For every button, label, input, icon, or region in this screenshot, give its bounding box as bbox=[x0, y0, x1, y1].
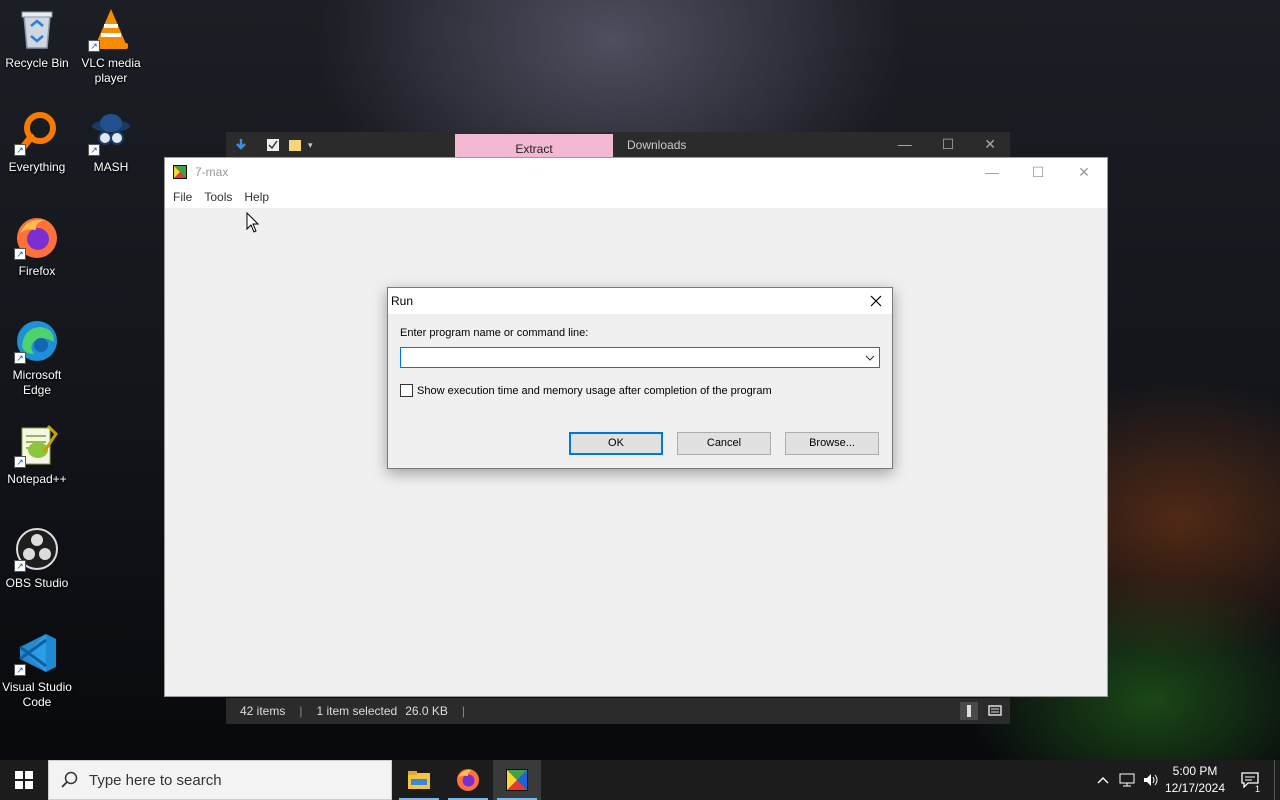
windows-logo-icon bbox=[15, 771, 33, 789]
show-execution-stats-label[interactable]: Show execution time and memory usage aft… bbox=[417, 385, 772, 397]
menu-bar: File Tools Help bbox=[165, 186, 1107, 208]
search-icon bbox=[61, 771, 78, 788]
shortcut-arrow-icon: ↗ bbox=[88, 144, 100, 156]
taskbar: Type here to search 5:00 PM 12/17/2024 1 bbox=[0, 760, 1280, 800]
maximize-icon[interactable]: ☐ bbox=[1015, 158, 1061, 186]
quick-access-dropdown-icon[interactable]: ▾ bbox=[308, 140, 313, 151]
7max-app-icon bbox=[506, 769, 528, 791]
vscode-icon: ↗ bbox=[14, 630, 60, 676]
recycle-bin-icon bbox=[14, 6, 60, 52]
main-window-title: 7-max bbox=[195, 165, 229, 179]
chevron-down-icon[interactable] bbox=[861, 348, 879, 367]
desktop-icon-label: Recycle Bin bbox=[5, 56, 69, 70]
show-execution-stats-checkbox[interactable] bbox=[400, 384, 413, 397]
shortcut-arrow-icon: ↗ bbox=[14, 560, 26, 572]
desktop-icon-recycle-bin[interactable]: Recycle Bin bbox=[0, 6, 74, 71]
desktop-icon-label: VLC media player bbox=[81, 56, 141, 85]
taskbar-search-box[interactable]: Type here to search bbox=[48, 760, 392, 800]
ribbon-tab-extract[interactable]: Extract bbox=[455, 134, 613, 158]
desktop-icon-label: Firefox bbox=[18, 264, 56, 278]
close-icon[interactable]: ✕ bbox=[1061, 158, 1107, 186]
details-view-icon[interactable] bbox=[960, 702, 978, 720]
minimize-icon[interactable]: — bbox=[969, 158, 1015, 186]
taskbar-firefox[interactable] bbox=[444, 760, 492, 800]
shortcut-arrow-icon: ↗ bbox=[14, 456, 26, 468]
vlc-icon: ↗ bbox=[88, 6, 134, 52]
run-dialog-title: Run bbox=[391, 294, 414, 308]
explorer-close-icon[interactable]: ✕ bbox=[984, 136, 996, 153]
mash-icon: ↗ bbox=[88, 110, 134, 156]
desktop-icon-label: Microsoft Edge bbox=[12, 368, 62, 397]
menu-tools[interactable]: Tools bbox=[198, 190, 238, 204]
show-desktop-button[interactable] bbox=[1274, 760, 1280, 800]
desktop-icon-mash[interactable]: ↗ MASH bbox=[74, 110, 148, 175]
explorer-window-title: Downloads bbox=[627, 138, 687, 152]
notepadpp-icon: ↗ bbox=[14, 422, 60, 468]
clock-time: 5:00 PM bbox=[1172, 764, 1218, 778]
desktop-icon-obs[interactable]: ↗ OBS Studio bbox=[0, 526, 74, 591]
taskbar-file-explorer[interactable] bbox=[395, 760, 443, 800]
desktop-icon-everything[interactable]: ↗ Everything bbox=[0, 110, 74, 175]
mouse-cursor-icon bbox=[246, 212, 260, 233]
start-button[interactable] bbox=[0, 760, 48, 800]
status-size: 26.0 KB bbox=[405, 704, 448, 718]
explorer-maximize-icon[interactable]: ☐ bbox=[942, 136, 955, 153]
network-icon[interactable] bbox=[1116, 760, 1138, 800]
show-execution-stats-checkbox-row[interactable]: Show execution time and memory usage aft… bbox=[400, 384, 772, 397]
new-folder-icon[interactable] bbox=[288, 138, 302, 152]
main-window-titlebar[interactable]: 7-max — ☐ ✕ bbox=[165, 158, 1107, 186]
search-placeholder: Type here to search bbox=[89, 771, 222, 789]
cancel-button[interactable]: Cancel bbox=[677, 432, 771, 455]
shortcut-arrow-icon: ↗ bbox=[14, 144, 26, 156]
explorer-minimize-icon[interactable]: — bbox=[898, 136, 912, 153]
firefox-icon: ↗ bbox=[14, 214, 60, 260]
ok-button[interactable]: OK bbox=[569, 432, 663, 455]
status-selected: 1 item selected bbox=[316, 704, 398, 718]
run-dialog-close-icon[interactable] bbox=[860, 288, 892, 314]
volume-icon[interactable] bbox=[1140, 760, 1162, 800]
background-explorer-titlebar[interactable]: ▾ Extract Downloads — ☐ ✕ bbox=[226, 132, 1010, 158]
download-arrow-icon[interactable] bbox=[234, 138, 248, 152]
menu-help[interactable]: Help bbox=[238, 190, 275, 204]
desktop-icon-label: Visual Studio Code bbox=[2, 680, 72, 709]
command-prompt-label: Enter program name or command line: bbox=[400, 327, 589, 339]
shortcut-arrow-icon: ↗ bbox=[88, 40, 100, 52]
desktop-icon-notepadpp[interactable]: ↗ Notepad++ bbox=[0, 422, 74, 487]
show-hidden-icons-chevron-icon[interactable] bbox=[1093, 760, 1113, 800]
run-dialog-titlebar[interactable]: Run bbox=[388, 288, 892, 314]
firefox-icon bbox=[457, 769, 479, 791]
everything-icon: ↗ bbox=[14, 110, 60, 156]
shortcut-arrow-icon: ↗ bbox=[14, 352, 26, 364]
desktop-icon-firefox[interactable]: ↗ Firefox bbox=[0, 214, 74, 279]
command-input[interactable] bbox=[401, 348, 861, 367]
file-explorer-icon bbox=[408, 771, 430, 789]
desktop-icon-label: Everything bbox=[8, 160, 66, 174]
desktop-icon-vlc[interactable]: ↗ VLC media player bbox=[74, 6, 148, 86]
desktop-icon-label: MASH bbox=[93, 160, 129, 174]
status-separator: | bbox=[461, 704, 466, 718]
clock-date: 12/17/2024 bbox=[1164, 781, 1226, 795]
command-combobox[interactable] bbox=[400, 347, 880, 368]
status-separator: | bbox=[299, 704, 303, 718]
desktop-icon-vscode[interactable]: ↗ Visual Studio Code bbox=[0, 630, 74, 710]
properties-check-icon[interactable] bbox=[266, 138, 280, 152]
notification-count-badge: 1 bbox=[1252, 784, 1262, 794]
status-item-count: 42 items bbox=[240, 704, 286, 718]
explorer-status-bar: 42 items | 1 item selected 26.0 KB | bbox=[226, 698, 1010, 724]
action-center-icon[interactable]: 1 bbox=[1236, 760, 1264, 800]
taskbar-clock[interactable]: 5:00 PM 12/17/2024 bbox=[1160, 763, 1230, 797]
shortcut-arrow-icon: ↗ bbox=[14, 248, 26, 260]
browse-button[interactable]: Browse... bbox=[785, 432, 879, 455]
menu-file[interactable]: File bbox=[167, 190, 198, 204]
obs-icon: ↗ bbox=[14, 526, 60, 572]
large-icons-view-icon[interactable] bbox=[986, 702, 1004, 720]
desktop-icon-label: OBS Studio bbox=[5, 576, 69, 590]
desktop-icon-edge[interactable]: ↗ Microsoft Edge bbox=[0, 318, 74, 398]
taskbar-7max[interactable] bbox=[493, 760, 541, 800]
edge-icon: ↗ bbox=[14, 318, 60, 364]
shortcut-arrow-icon: ↗ bbox=[14, 664, 26, 676]
run-dialog: Run Enter program name or command line: … bbox=[387, 287, 893, 469]
desktop-icon-label: Notepad++ bbox=[7, 472, 67, 486]
7max-app-icon bbox=[173, 165, 187, 179]
